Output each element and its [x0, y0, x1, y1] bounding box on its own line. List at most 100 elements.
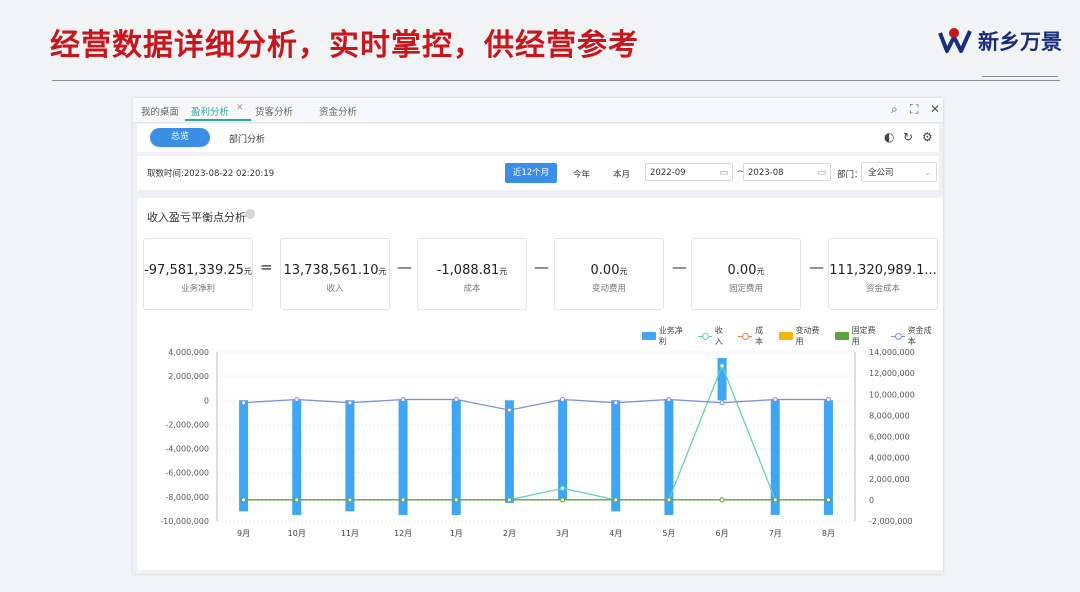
bar — [504, 400, 514, 503]
tab-overview[interactable]: 总览 — [150, 128, 210, 147]
tab-cargo-analysis[interactable]: 货客分析 — [255, 104, 293, 118]
line-point — [560, 497, 566, 503]
x-tick-label: 9月 — [237, 529, 250, 538]
date-to-input[interactable]: 2023-08 ▭ — [743, 163, 831, 181]
line-point — [506, 497, 512, 503]
y-right-tick-label: -2,000,000 — [869, 517, 913, 526]
x-tick-label: 12月 — [394, 529, 412, 538]
kpi-card: -1,088.81元 成本 — [417, 238, 527, 310]
line-point — [613, 400, 619, 406]
y-right-tick-label: 2,000,000 — [869, 475, 910, 484]
line-point — [241, 497, 247, 503]
kpi-card: 111,320,989.1... 资金成本 — [828, 238, 938, 310]
kpi-value: 0.00元 — [727, 263, 765, 278]
kpi-value: 13,738,561.10元 — [283, 263, 387, 278]
x-tick-label: 4月 — [609, 529, 622, 538]
kpi-label: 变动费用 — [591, 284, 626, 294]
close-icon[interactable]: ✕ — [236, 103, 244, 113]
department-select[interactable]: 全公司 ⌄ — [861, 162, 937, 182]
info-icon[interactable] — [245, 209, 255, 219]
y-left-tick-label: 2,000,000 — [168, 372, 209, 381]
tab-fund-analysis[interactable]: 资金分析 — [319, 104, 357, 118]
line-point — [294, 497, 300, 503]
y-left-tick-label: -4,000,000 — [165, 445, 209, 454]
department-label: 部门： — [837, 170, 863, 180]
line-point — [613, 497, 619, 503]
kpi-value: 0.00元 — [590, 263, 628, 278]
operator: — — [397, 258, 412, 276]
tab-my-desktop[interactable]: 我的桌面 — [141, 104, 179, 118]
kpi-value: -97,581,339.25元 — [144, 263, 252, 278]
sub-nav: 总览 部门分析 ◐ ↻ ⚙ — [137, 124, 939, 152]
kpi-value: -1,088.81元 — [436, 263, 508, 278]
tab-department-analysis[interactable]: 部门分析 — [229, 132, 265, 145]
line-point — [772, 497, 778, 503]
line-point — [772, 397, 778, 403]
search-icon[interactable]: ⌕ — [891, 102, 898, 117]
tab-profit-analysis[interactable]: 盈利分析 — [191, 104, 229, 118]
kpi-label: 成本 — [463, 284, 481, 294]
y-left-tick-label: -8,000,000 — [165, 493, 209, 502]
date-to-value: 2023-08 — [748, 168, 784, 178]
y-left-tick-label: -10,000,000 — [160, 517, 209, 526]
y-right-tick-label: 12,000,000 — [869, 369, 915, 378]
brand-name: 新乡万景 — [978, 30, 1062, 54]
chevron-down-icon: ⌄ — [924, 168, 931, 177]
y-right-tick-label: 4,000,000 — [869, 454, 910, 463]
brand-logo-icon — [938, 28, 972, 53]
kpi-value: 111,320,989.1... — [829, 263, 937, 278]
date-from-input[interactable]: 2022-09 ▭ — [645, 163, 733, 181]
bar — [611, 400, 621, 512]
operator: = — [260, 258, 273, 276]
kpi-label: 业务净利 — [180, 284, 215, 294]
line-point — [560, 397, 566, 403]
operator: — — [809, 258, 824, 276]
y-right-tick-label: 0 — [869, 496, 874, 505]
theme-icon[interactable]: ◐ — [884, 130, 894, 144]
close-window-icon[interactable]: ✕ — [930, 102, 940, 116]
x-tick-label: 8月 — [822, 529, 835, 538]
refresh-icon[interactable]: ↻ — [903, 130, 913, 144]
kpi-card: 0.00元 变动费用 — [554, 238, 664, 310]
x-tick-label: 7月 — [769, 529, 782, 538]
maximize-icon[interactable]: ⛶ — [910, 102, 918, 117]
series-line — [243, 363, 829, 501]
x-tick-label: 11月 — [341, 529, 359, 538]
bar — [239, 400, 249, 512]
y-right-tick-label: 6,000,000 — [869, 433, 910, 442]
line-point — [294, 397, 300, 403]
line-point — [825, 497, 831, 503]
recent-12-months-button[interactable]: 近12个月 — [505, 163, 557, 183]
app-window: 我的桌面 盈利分析 ✕ 货客分析 资金分析 ⌕ ⛶ ✕ 总览 部门分析 ◐ ↻ … — [133, 98, 943, 574]
panel-title: 收入盈亏平衡点分析 — [147, 211, 246, 224]
brand: 新乡万景 — [938, 26, 1062, 56]
active-tab-indicator — [185, 119, 251, 121]
line-point — [719, 363, 725, 369]
line-point — [719, 400, 725, 406]
x-tick-label: 10月 — [288, 529, 306, 538]
breakeven-panel: 收入盈亏平衡点分析 -97,581,339.25元 业务净利 = 13,738,… — [137, 198, 943, 570]
this-month-button[interactable]: 本月 — [613, 168, 630, 180]
slide-title: 经营数据详细分析，实时掌控，供经营参考 — [50, 28, 639, 63]
bar — [345, 400, 355, 512]
department-value: 全公司 — [868, 168, 894, 178]
line-point — [560, 485, 566, 491]
y-left-tick-label: -6,000,000 — [165, 469, 209, 478]
this-year-button[interactable]: 今年 — [573, 168, 590, 180]
fetch-time: 取数时间:2023-08-22 02:20:19 — [147, 169, 275, 179]
y-right-tick-label: 8,000,000 — [869, 411, 910, 420]
gear-icon[interactable]: ⚙ — [922, 130, 933, 144]
kpi-label: 资金成本 — [865, 284, 900, 294]
line-point — [347, 497, 353, 503]
line-point — [719, 497, 725, 503]
tab-bar: 我的桌面 盈利分析 ✕ 货客分析 资金分析 ⌕ ⛶ ✕ — [133, 98, 943, 123]
kpi-label: 固定费用 — [728, 284, 763, 294]
line-point — [400, 397, 406, 403]
line-point — [453, 397, 459, 403]
line-point — [400, 497, 406, 503]
y-right-tick-label: 10,000,000 — [869, 390, 915, 399]
operator: — — [672, 258, 687, 276]
calendar-icon: ▭ — [817, 168, 826, 178]
x-tick-label: 2月 — [503, 529, 516, 538]
kpi-card: 13,738,561.10元 收入 — [280, 238, 390, 310]
